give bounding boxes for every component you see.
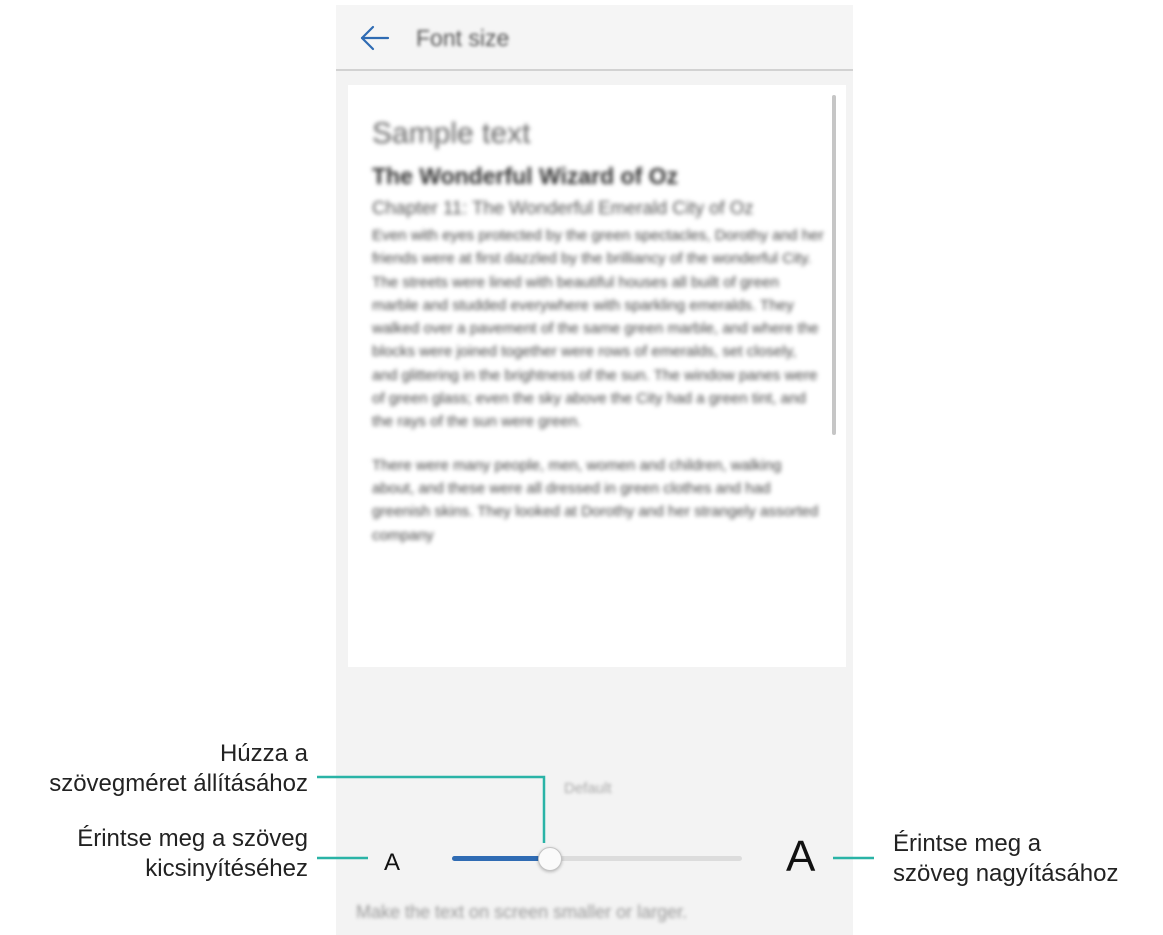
app-bar: Font size — [336, 5, 853, 71]
slider-fill — [452, 856, 549, 861]
increase-font-button[interactable]: A — [786, 832, 815, 882]
default-marker-label: Default — [564, 780, 612, 797]
figure: Font size Sample text The Wonderful Wiza… — [0, 0, 1163, 935]
sample-paragraph: There were many people, men, women and c… — [372, 456, 819, 544]
sample-content: Sample text The Wonderful Wizard of Oz C… — [372, 115, 824, 567]
sample-text-panel: Sample text The Wonderful Wizard of Oz C… — [348, 85, 846, 667]
chapter-title: Chapter 11: The Wonderful Emerald City o… — [372, 197, 754, 218]
font-size-screen: Font size Sample text The Wonderful Wiza… — [336, 5, 853, 935]
slider-hint: Make the text on screen smaller or large… — [356, 902, 688, 922]
shrink-callout: Érintse meg a szöveg kicsinyítéséhez — [77, 825, 308, 882]
enlarge-callout: Érintse meg a szöveg nagyításához — [893, 830, 1119, 887]
sample-paragraph: Even with eyes protected by the green sp… — [372, 227, 824, 431]
book-title: The Wonderful Wizard of Oz — [372, 163, 679, 189]
scrollbar[interactable] — [832, 95, 836, 435]
page-title: Font size — [416, 25, 510, 51]
arrow-left-icon[interactable] — [358, 21, 392, 55]
sample-heading: Sample text — [372, 117, 531, 150]
decrease-font-button[interactable]: A — [384, 849, 400, 877]
font-size-slider-track[interactable] — [452, 856, 742, 861]
slider-thumb[interactable] — [538, 847, 562, 871]
drag-callout: Húzza a szövegméret állításához — [49, 740, 308, 797]
